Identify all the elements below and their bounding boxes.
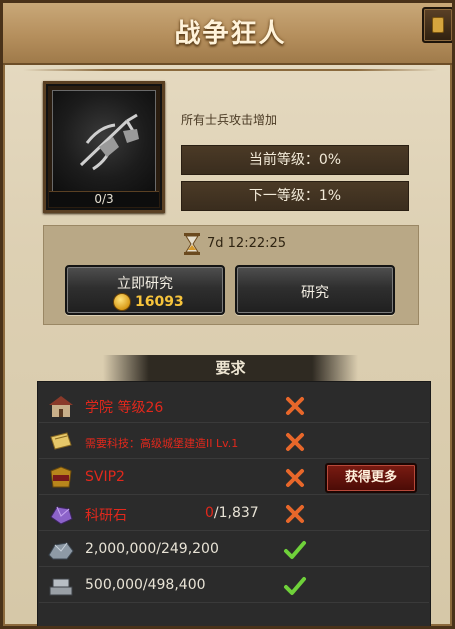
requirements-header: 要求: [103, 355, 358, 381]
research-dialog: 战争狂人 0/3 所有士兵攻击增加 当前等级：0% 下一等级：1% 7d 12:…: [0, 0, 455, 629]
hourglass-icon: [183, 232, 201, 256]
instant-research-cost: 16093: [135, 294, 184, 310]
skill-icon: [52, 90, 156, 194]
scroll-icon: [47, 429, 75, 455]
close-button[interactable]: [422, 7, 452, 43]
gold-coin-icon: [113, 293, 131, 311]
instant-research-button[interactable]: 立即研究 16093: [65, 265, 225, 315]
research-stone-icon: [47, 501, 75, 527]
research-timer: 7d 12:22:25: [207, 236, 287, 251]
close-icon: [432, 17, 444, 33]
requirement-text: 需要科技：高级城堡建造II Lv.1: [85, 437, 239, 450]
requirement-required: /1,837: [213, 505, 259, 521]
iron-ore-icon: [47, 573, 75, 599]
requirement-row-research-stone: 科研石 0/1,837: [39, 497, 429, 531]
skill-description: 所有士兵攻击增加: [181, 113, 278, 127]
current-level: 当前等级：0%: [181, 145, 409, 175]
requirement-count: 0/1,837: [205, 505, 259, 521]
requirement-row-academy: 学院 等级26: [39, 389, 429, 423]
cross-icon: [283, 430, 307, 454]
academy-icon: [47, 393, 75, 419]
requirement-text: 2,000,000/249,200: [85, 541, 219, 557]
dialog-title: 战争狂人: [174, 19, 287, 49]
cross-icon: [283, 394, 307, 418]
stone-ore-icon: [47, 537, 75, 563]
title-bar: 战争狂人: [3, 3, 452, 65]
check-icon: [283, 538, 307, 562]
requirement-text: SVIP2: [85, 469, 125, 485]
divider: [23, 69, 438, 71]
requirement-text: 学院 等级26: [85, 400, 164, 416]
requirement-row-svip: SVIP2 获得更多: [39, 461, 429, 495]
research-button-label: 研究: [301, 285, 329, 301]
cross-icon: [283, 466, 307, 490]
instant-research-label: 立即研究: [117, 276, 173, 292]
skill-progress: 0/3: [49, 191, 159, 207]
next-level: 下一等级：1%: [181, 181, 409, 211]
requirement-text: 500,000/498,400: [85, 577, 206, 593]
requirement-row-tech: 需要科技：高级城堡建造II Lv.1: [39, 425, 429, 459]
requirement-row-stone: 2,000,000/249,200: [39, 533, 429, 567]
skill-icon-frame: 0/3: [43, 81, 165, 213]
svip-icon: [47, 465, 75, 491]
requirement-current: 0: [205, 505, 214, 521]
requirement-row-iron: 500,000/498,400: [39, 569, 429, 603]
get-more-button[interactable]: 获得更多: [325, 463, 417, 493]
crossbow-icon: [79, 113, 139, 171]
cross-icon: [283, 502, 307, 526]
research-button[interactable]: 研究: [235, 265, 395, 315]
check-icon: [283, 574, 307, 598]
requirement-text: 科研石: [85, 508, 127, 524]
